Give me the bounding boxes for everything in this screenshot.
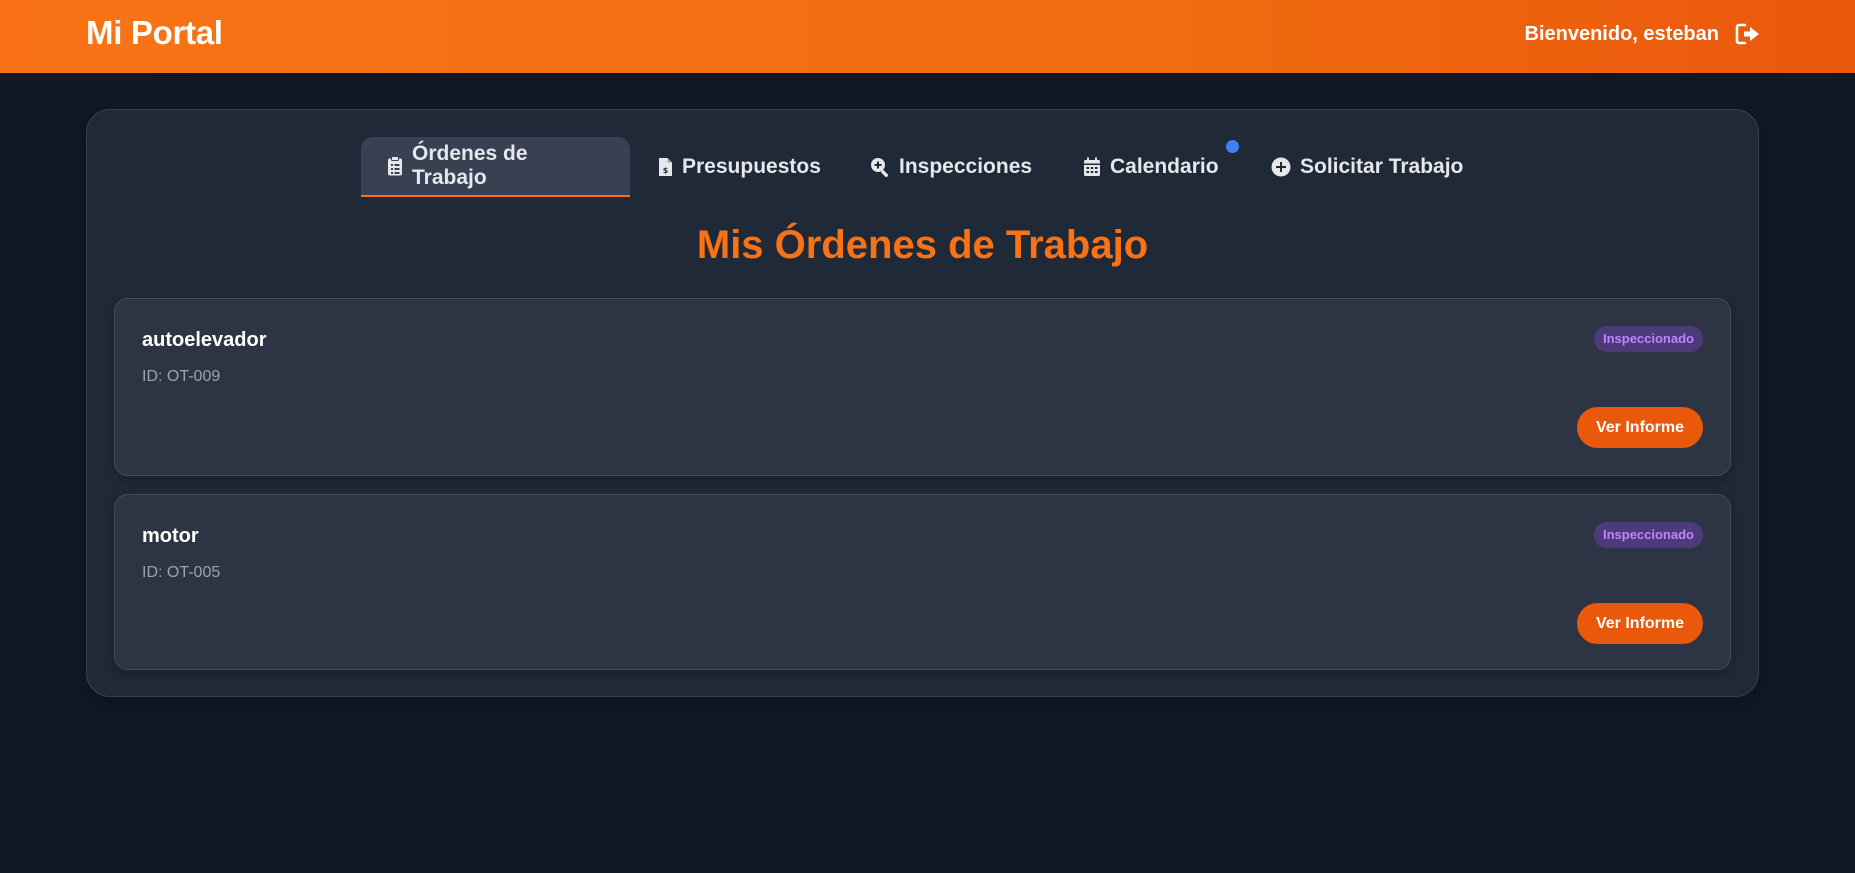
tab-calendario[interactable]: Calendario — [1083, 137, 1219, 197]
ver-informe-button[interactable]: Ver Informe — [1577, 407, 1703, 448]
tab-label: Presupuestos — [682, 155, 821, 178]
tab-label: Órdenes de Trabajo — [412, 142, 528, 189]
svg-text:$: $ — [663, 166, 669, 175]
clipboard-list-icon — [388, 156, 402, 176]
tab-presupuestos[interactable]: $ Presupuestos — [658, 137, 821, 197]
order-name: autoelevador — [142, 329, 267, 351]
search-plus-icon — [871, 158, 889, 177]
plus-circle-icon — [1271, 157, 1291, 177]
order-card: autoelevador ID: OT-009 Inspeccionado Ve… — [114, 298, 1731, 476]
status-badge: Inspeccionado — [1593, 326, 1703, 352]
main-panel: Órdenes de Trabajo $ Presupuestos Inspec… — [86, 109, 1759, 697]
tab-ordenes-de-trabajo[interactable]: Órdenes de Trabajo — [361, 137, 630, 197]
notification-dot — [1226, 140, 1239, 153]
order-id: ID: OT-009 — [142, 368, 221, 385]
tab-solicitar-trabajo[interactable]: Solicitar Trabajo — [1271, 137, 1463, 197]
brand-title[interactable]: Mi Portal — [86, 14, 223, 52]
sign-out-icon[interactable] — [1735, 22, 1761, 46]
tab-label: Calendario — [1110, 155, 1219, 178]
top-navbar: Mi Portal Bienvenido, esteban — [0, 0, 1855, 73]
welcome-text: Bienvenido, esteban — [1524, 23, 1720, 45]
tab-inspecciones[interactable]: Inspecciones — [870, 137, 1032, 197]
order-name: motor — [142, 525, 199, 547]
ver-informe-button[interactable]: Ver Informe — [1577, 603, 1703, 644]
page-title: Mis Órdenes de Trabajo — [696, 223, 1149, 267]
order-id: ID: OT-005 — [142, 564, 221, 581]
file-invoice-dollar-icon: $ — [659, 158, 672, 176]
status-badge: Inspeccionado — [1593, 522, 1703, 548]
tab-label: Solicitar Trabajo — [1300, 155, 1464, 178]
order-card: motor ID: OT-005 Inspeccionado Ver Infor… — [114, 494, 1731, 670]
tab-bar: Órdenes de Trabajo $ Presupuestos Inspec… — [114, 137, 1731, 308]
calendar-icon — [1084, 157, 1100, 176]
tab-label: Inspecciones — [899, 155, 1033, 178]
